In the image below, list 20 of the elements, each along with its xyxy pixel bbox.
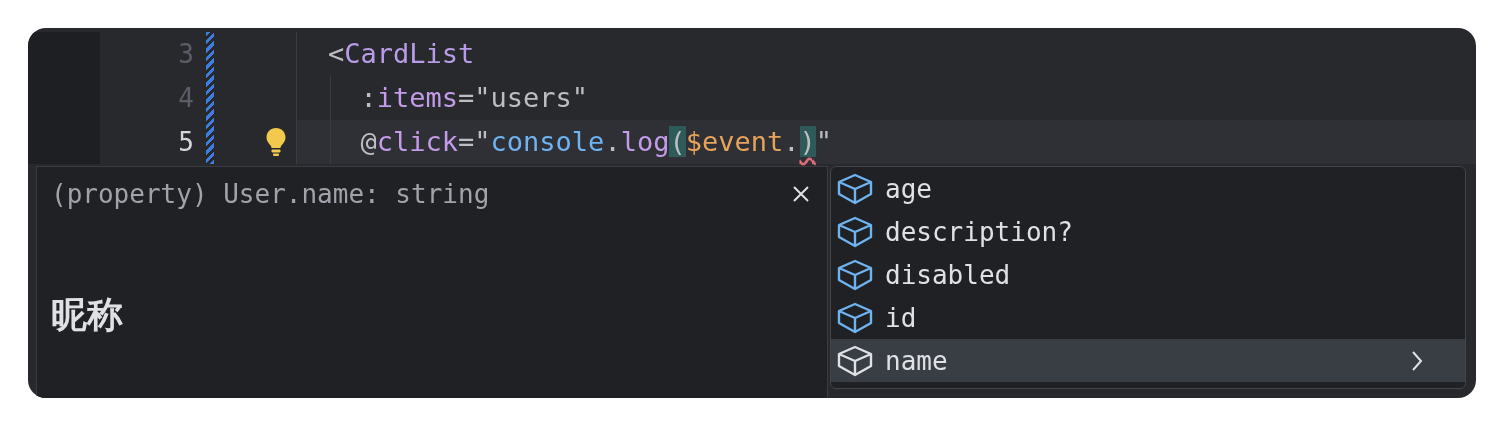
line-number: 3 <box>178 41 194 67</box>
completion-item[interactable]: name <box>831 339 1465 382</box>
cube-icon <box>837 215 873 248</box>
lightbulb-icon[interactable] <box>264 127 288 157</box>
property-description: 昵称 <box>51 293 124 337</box>
code-line: @click="console.log($event.)" <box>359 125 833 159</box>
close-icon[interactable] <box>791 184 811 204</box>
cube-icon <box>837 258 873 291</box>
completion-item[interactable]: age <box>831 167 1465 210</box>
cube-icon <box>837 172 873 205</box>
completion-item[interactable]: disabled <box>831 253 1465 296</box>
cube-icon <box>837 301 873 334</box>
type-signature: (property) User.name: string <box>51 179 490 209</box>
code-line: :items="users" <box>359 81 589 115</box>
line-number: 4 <box>178 85 194 111</box>
completion-item[interactable]: description? <box>831 210 1465 253</box>
code-line: <CardList <box>328 37 475 71</box>
completion-item[interactable]: id <box>831 296 1465 339</box>
cube-icon <box>837 344 873 377</box>
line-number: 5 <box>178 129 194 155</box>
